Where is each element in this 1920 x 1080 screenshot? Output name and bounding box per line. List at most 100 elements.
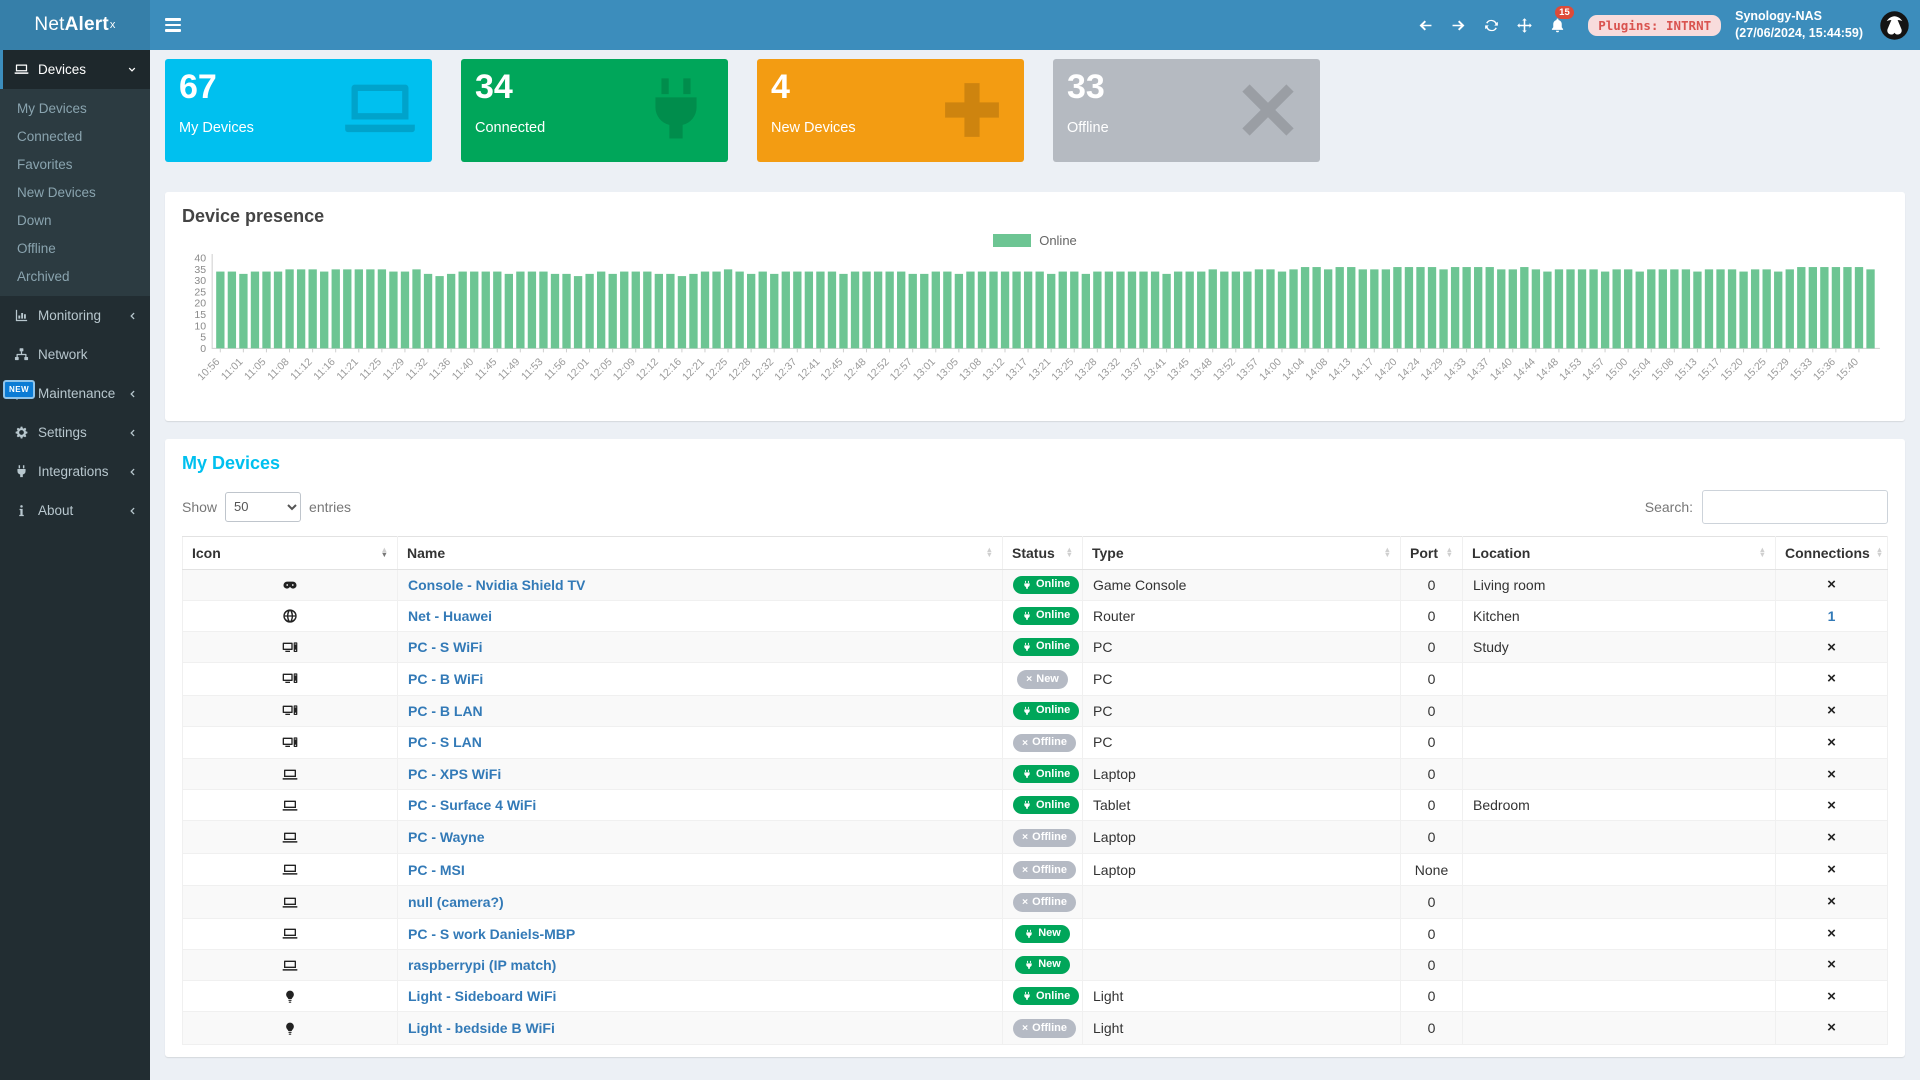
logo-text-sup: x	[110, 19, 116, 31]
summary-card-offline[interactable]: 33 Offline	[1053, 59, 1320, 162]
maintenance-new-badge: NEW	[3, 380, 35, 399]
sort-icon[interactable]: ▲▼	[1876, 548, 1883, 557]
summary-card-connected[interactable]: 34 Connected	[461, 59, 728, 162]
sidebar-item-integrations[interactable]: Integrations	[0, 452, 150, 491]
svg-text:11:45: 11:45	[473, 356, 500, 383]
search-input[interactable]	[1702, 490, 1888, 524]
avatar[interactable]	[1879, 10, 1910, 41]
svg-text:13:57: 13:57	[1234, 356, 1261, 383]
column-header-status[interactable]: Status▲▼	[1003, 536, 1083, 569]
device-name-link[interactable]: Net - Huawei	[408, 608, 492, 624]
device-name-link[interactable]: PC - S work Daniels-MBP	[408, 926, 575, 942]
sidebar-subitem-favorites[interactable]: Favorites	[0, 150, 150, 178]
svg-text:12:05: 12:05	[588, 356, 615, 383]
device-presence-panel: Device presence Online 05101520253035401…	[165, 192, 1905, 421]
device-location-cell	[1463, 695, 1776, 726]
device-name-cell: PC - B LAN	[398, 695, 1003, 726]
sidebar-item-settings[interactable]: Settings	[0, 413, 150, 452]
chart-icon	[14, 308, 29, 323]
device-name-link[interactable]: raspberrypi (IP match)	[408, 957, 556, 973]
device-status-cell: ×Offline	[1003, 821, 1083, 853]
device-row: PC - S work Daniels-MBPNew0×	[183, 918, 1888, 949]
page-size-select[interactable]: 50	[225, 492, 301, 522]
column-header-location[interactable]: Location▲▼	[1463, 536, 1776, 569]
sort-icon[interactable]: ▲▼	[986, 548, 993, 557]
status-badge-online: Online	[1013, 576, 1079, 594]
sidebar-item-network[interactable]: Network	[0, 335, 150, 374]
device-connections-cell: ×	[1776, 759, 1888, 790]
device-icon-cell	[183, 918, 398, 949]
device-name-link[interactable]: Light - bedside B WiFi	[408, 1020, 555, 1036]
device-name-link[interactable]: PC - B LAN	[408, 703, 483, 719]
device-name-link[interactable]: PC - MSI	[408, 862, 465, 878]
device-port-cell: 0	[1401, 695, 1463, 726]
device-connections-cell: ×	[1776, 569, 1888, 600]
column-header-connections[interactable]: Connections▲▼	[1776, 536, 1888, 569]
plug-icon	[1022, 611, 1032, 621]
device-name-link[interactable]: Light - Sideboard WiFi	[408, 988, 556, 1004]
column-header-type[interactable]: Type▲▼	[1083, 536, 1401, 569]
device-icon-cell	[183, 886, 398, 918]
sidebar-item-label: Settings	[38, 425, 87, 440]
sort-icon[interactable]: ▲▼	[1066, 548, 1073, 557]
refresh-icon[interactable]	[1475, 0, 1508, 50]
nav-forward-icon[interactable]	[1442, 0, 1475, 50]
show-label: Show	[182, 499, 217, 515]
svg-text:12:25: 12:25	[703, 356, 730, 383]
device-name-link[interactable]: PC - B WiFi	[408, 671, 483, 687]
summary-card-new-devices[interactable]: 4 New Devices	[757, 59, 1024, 162]
sidebar-subitem-connected[interactable]: Connected	[0, 122, 150, 150]
device-row: raspberrypi (IP match)New0×	[183, 949, 1888, 980]
sort-icon[interactable]: ▲▼	[1759, 548, 1766, 557]
sort-icon[interactable]: ▲▼	[1384, 548, 1391, 557]
sort-icon[interactable]: ▲▼	[1446, 548, 1453, 557]
device-status-cell: ×New	[1003, 663, 1083, 695]
device-name-link[interactable]: PC - XPS WiFi	[408, 766, 501, 782]
sidebar-item-monitoring[interactable]: Monitoring	[0, 296, 150, 335]
svg-text:13:01: 13:01	[911, 356, 938, 383]
device-connections-cell: 1	[1776, 600, 1888, 631]
column-header-icon[interactable]: Icon▲▼	[183, 536, 398, 569]
sort-icon[interactable]: ▲▼	[381, 548, 388, 557]
sidebar-subitem-new-devices[interactable]: New Devices	[0, 178, 150, 206]
device-connections-cell: ×	[1776, 1012, 1888, 1044]
nav-back-icon[interactable]	[1409, 0, 1442, 50]
device-name-link[interactable]: PC - Surface 4 WiFi	[408, 797, 536, 813]
device-name-link[interactable]: PC - S WiFi	[408, 639, 483, 655]
device-name-link[interactable]: null (camera?)	[408, 894, 504, 910]
sidebar-item-about[interactable]: About	[0, 491, 150, 530]
column-header-name[interactable]: Name▲▼	[398, 536, 1003, 569]
refresh-icon	[1483, 17, 1500, 34]
desktop-icon	[282, 640, 298, 656]
device-icon-cell	[183, 759, 398, 790]
device-name-link[interactable]: PC - S LAN	[408, 734, 482, 750]
table-header-row: Icon▲▼ Name▲▼ Status▲▼ Type▲▼ Port▲▼ Loc…	[183, 536, 1888, 569]
sidebar-item-devices[interactable]: Devices	[0, 50, 150, 89]
entries-label: entries	[309, 499, 351, 515]
device-name-link[interactable]: Console - Nvidia Shield TV	[408, 577, 585, 593]
plugins-status-badge[interactable]: Plugins: INTRNT	[1588, 15, 1721, 36]
summary-card-my-devices[interactable]: 67 My Devices	[165, 59, 432, 162]
device-row: Console - Nvidia Shield TVOnlineGame Con…	[183, 569, 1888, 600]
sidebar-subitem-offline[interactable]: Offline	[0, 234, 150, 262]
device-port-cell: 0	[1401, 663, 1463, 695]
chart-legend[interactable]: Online	[182, 233, 1888, 248]
sidebar-toggle-icon[interactable]	[150, 0, 196, 50]
move-icon[interactable]	[1508, 0, 1541, 50]
device-location-cell	[1463, 853, 1776, 885]
bulb-icon	[282, 1021, 298, 1037]
sidebar-subitem-archived[interactable]: Archived	[0, 262, 150, 290]
sidebar-subitem-my-devices[interactable]: My Devices	[0, 94, 150, 122]
device-name-link[interactable]: PC - Wayne	[408, 829, 485, 845]
sidebar-subitem-down[interactable]: Down	[0, 206, 150, 234]
app-logo[interactable]: NetAlertx	[0, 0, 150, 50]
svg-text:15:17: 15:17	[1695, 356, 1722, 383]
presence-chart-container: 051015202530354010:5611:0111:0511:0811:1…	[182, 250, 1888, 409]
sidebar-item-label: Monitoring	[38, 308, 101, 323]
device-location-cell	[1463, 981, 1776, 1012]
device-port-cell: 0	[1401, 886, 1463, 918]
svg-text:13:37: 13:37	[1118, 356, 1145, 383]
connections-link[interactable]: 1	[1828, 608, 1836, 624]
notifications-bell-icon[interactable]: 15	[1541, 0, 1574, 50]
column-header-port[interactable]: Port▲▼	[1401, 536, 1463, 569]
